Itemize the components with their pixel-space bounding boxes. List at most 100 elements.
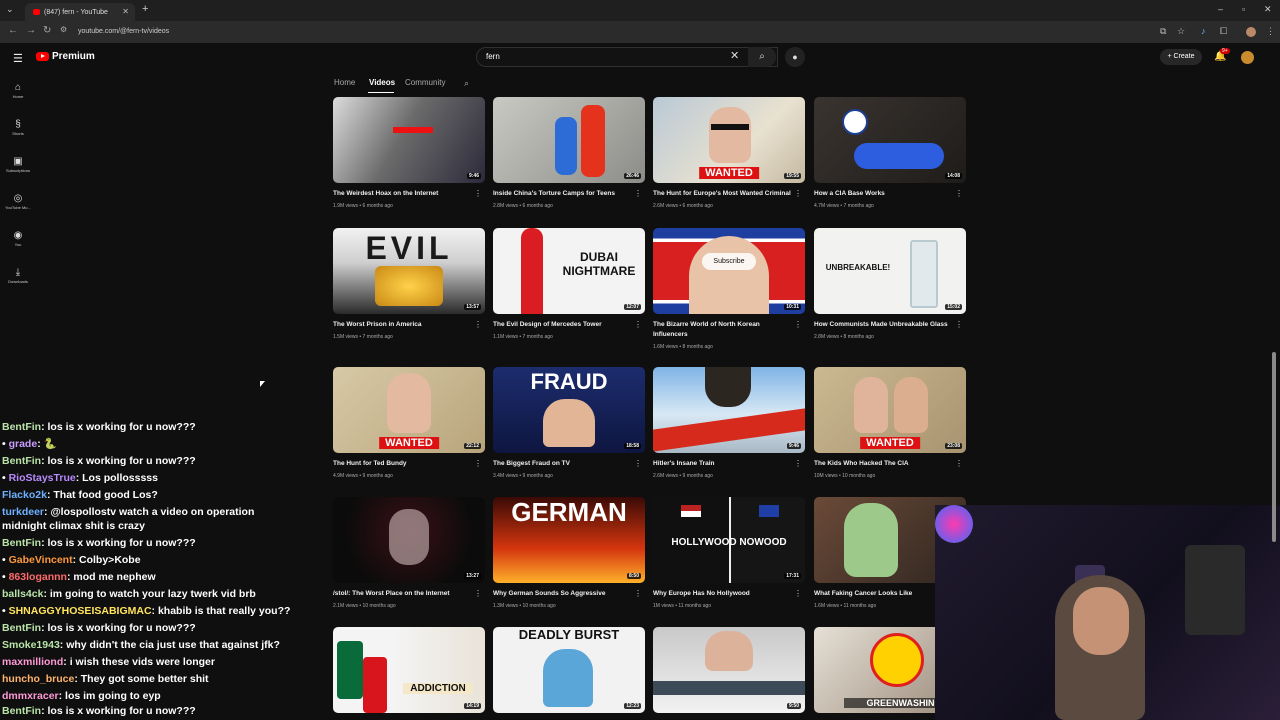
sidebar-item-you[interactable]: ◉ You — [0, 230, 36, 247]
wall-poster — [1185, 545, 1245, 635]
sidebar-item-youtube-music[interactable]: ◎ YouTube Mu... — [0, 193, 36, 210]
more-options-icon[interactable]: ⋮ — [634, 320, 642, 329]
video-duration: 18:58 — [624, 443, 641, 449]
video-title[interactable]: /stol/: The Worst Place on the Internet — [333, 589, 473, 599]
new-tab-icon[interactable]: + — [142, 3, 148, 15]
video-title[interactable]: The Biggest Fraud on TV — [493, 459, 633, 469]
video-thumbnail[interactable]: EVIL 13:57 — [333, 228, 485, 314]
more-options-icon[interactable]: ⋮ — [474, 589, 482, 598]
more-options-icon[interactable]: ⋮ — [955, 320, 963, 329]
video-thumbnail[interactable]: WANTED 22:12 — [333, 367, 485, 453]
video-thumbnail[interactable]: 9:46 — [653, 367, 805, 453]
video-title[interactable]: Why German Sounds So Aggressive — [493, 589, 633, 599]
more-options-icon[interactable]: ⋮ — [634, 459, 642, 468]
sidebar-item-shorts[interactable]: § Shorts — [0, 119, 36, 136]
video-title[interactable]: The Bizarre World of North Korean Influe… — [653, 320, 793, 340]
more-options-icon[interactable]: ⋮ — [794, 459, 802, 468]
wanted-overlay: WANTED — [860, 437, 920, 449]
video-thumbnail[interactable]: 9:46 — [333, 97, 485, 183]
video-thumbnail[interactable]: HOLLYWOOD NOWOOD 17:31 — [653, 497, 805, 583]
more-options-icon[interactable]: ⋮ — [474, 189, 482, 198]
media-icon[interactable]: ♪ — [1201, 26, 1206, 36]
chat-username: BentFin — [2, 421, 42, 433]
subscribe-button[interactable]: Subscribe — [702, 253, 756, 270]
thumbnail-glass — [910, 240, 938, 308]
sidebar-item-home[interactable]: ⌂ Home — [0, 82, 36, 99]
browser-menu-icon[interactable]: ⋮ — [1266, 26, 1275, 37]
back-icon[interactable]: ← — [8, 25, 18, 36]
maximize-icon[interactable]: ▫ — [1242, 4, 1245, 14]
video-thumbnail[interactable]: GERMAN 8:50 — [493, 497, 645, 583]
sidebar-item-subscriptions[interactable]: ▣ Subscriptions — [0, 156, 36, 173]
account-avatar[interactable] — [1241, 51, 1254, 64]
us-flag-icon — [681, 505, 701, 517]
sidebar-item-downloads[interactable]: ⤓ Downloads — [0, 267, 36, 284]
video-thumbnail[interactable]: 26:46 — [493, 97, 645, 183]
create-button[interactable]: + Create — [1160, 49, 1202, 65]
video-thumbnail[interactable]: 13:27 — [333, 497, 485, 583]
page-scrollbar[interactable] — [1272, 352, 1276, 542]
video-title[interactable]: The Hunt for Ted Bundy — [333, 459, 473, 469]
video-title[interactable]: The Hunt for Europe's Most Wanted Crimin… — [653, 189, 793, 199]
sidebar-item-label: Downloads — [8, 279, 28, 284]
video-meta: 2.8M views • 6 months ago — [493, 203, 553, 209]
reload-icon[interactable]: ↻ — [43, 25, 51, 36]
more-options-icon[interactable]: ⋮ — [634, 189, 642, 198]
more-options-icon[interactable]: ⋮ — [955, 189, 963, 198]
chat-username: BentFin — [2, 537, 42, 549]
browser-profile-avatar[interactable] — [1246, 27, 1256, 37]
more-options-icon[interactable]: ⋮ — [474, 320, 482, 329]
chat-message: • 863logannn: mod me nephew — [2, 571, 156, 583]
video-thumbnail[interactable]: ADDICTION 14:19 — [333, 627, 485, 713]
video-title[interactable]: The Weirdest Hoax on the Internet — [333, 189, 473, 199]
chat-username: dmmxracer — [2, 690, 59, 702]
video-title[interactable]: How Communists Made Unbreakable Glass — [814, 320, 954, 330]
more-options-icon[interactable]: ⋮ — [634, 589, 642, 598]
more-options-icon[interactable]: ⋮ — [794, 320, 802, 329]
video-thumbnail[interactable]: UNBREAKABLE! 15:02 — [814, 228, 966, 314]
more-options-icon[interactable]: ⋮ — [794, 189, 802, 198]
install-icon[interactable]: ⧉ — [1160, 26, 1166, 37]
video-thumbnail[interactable]: WANTED 23:08 — [814, 367, 966, 453]
forward-icon[interactable]: → — [26, 25, 36, 36]
video-title[interactable]: The Worst Prison in America — [333, 320, 473, 330]
video-duration: 13:27 — [464, 573, 481, 579]
video-thumbnail[interactable]: FRAUD 18:58 — [493, 367, 645, 453]
sidebar-item-label: You — [14, 242, 22, 247]
video-title[interactable]: The Kids Who Hacked The CIA — [814, 459, 954, 469]
close-tab-icon[interactable]: ✕ — [122, 7, 129, 16]
video-title[interactable]: Inside China's Torture Camps for Teens — [493, 189, 633, 199]
video-thumbnail[interactable]: WANTED 19:55 — [653, 97, 805, 183]
tab-search-icon[interactable]: ⌄ — [6, 4, 14, 15]
video-thumbnail[interactable]: 14:08 — [814, 97, 966, 183]
close-window-icon[interactable]: ✕ — [1264, 4, 1272, 15]
video-thumbnail[interactable]: Subscribe 10:31 — [653, 228, 805, 314]
video-thumbnail[interactable]: DEADLY BURST 12:23 — [493, 627, 645, 713]
video-meta: 1M views • 11 months ago — [653, 603, 712, 609]
video-thumbnail[interactable]: 9:50 — [653, 627, 805, 713]
bookmark-star-icon[interactable]: ☆ — [1177, 26, 1185, 37]
video-title[interactable]: The Evil Design of Mercedes Tower — [493, 320, 633, 330]
thumbnail-face — [705, 367, 751, 407]
video-title[interactable]: Why Europe Has No Hollywood — [653, 589, 793, 599]
webcam-overlay — [935, 505, 1280, 720]
minimize-icon[interactable]: – — [1218, 4, 1223, 14]
more-options-icon[interactable]: ⋮ — [794, 589, 802, 598]
extensions-icon[interactable]: ⧠ — [1220, 26, 1227, 37]
menu-icon[interactable]: ☰ — [13, 52, 23, 65]
chat-message: balls4ck: im going to watch your lazy tw… — [2, 588, 256, 600]
video-title[interactable]: What Faking Cancer Looks Like — [814, 589, 954, 599]
video-meta: 1.6M views • 8 months ago — [653, 344, 713, 350]
youtube-premium-logo[interactable]: Premium — [36, 51, 95, 62]
chat-username: Smoke1943 — [2, 639, 60, 651]
video-title[interactable]: Hitler's Insane Train — [653, 459, 793, 469]
video-duration: 22:12 — [464, 443, 481, 449]
more-options-icon[interactable]: ⋮ — [955, 459, 963, 468]
video-duration: 13:57 — [464, 304, 481, 310]
video-thumbnail[interactable]: DUBAI NIGHTMARE 12:07 — [493, 228, 645, 314]
browser-tab[interactable]: (847) fern - YouTube ✕ — [25, 3, 135, 21]
thumbnail-face — [543, 399, 595, 447]
site-info-icon[interactable]: ⚙ — [60, 25, 67, 34]
more-options-icon[interactable]: ⋮ — [474, 459, 482, 468]
video-title[interactable]: How a CIA Base Works — [814, 189, 954, 199]
